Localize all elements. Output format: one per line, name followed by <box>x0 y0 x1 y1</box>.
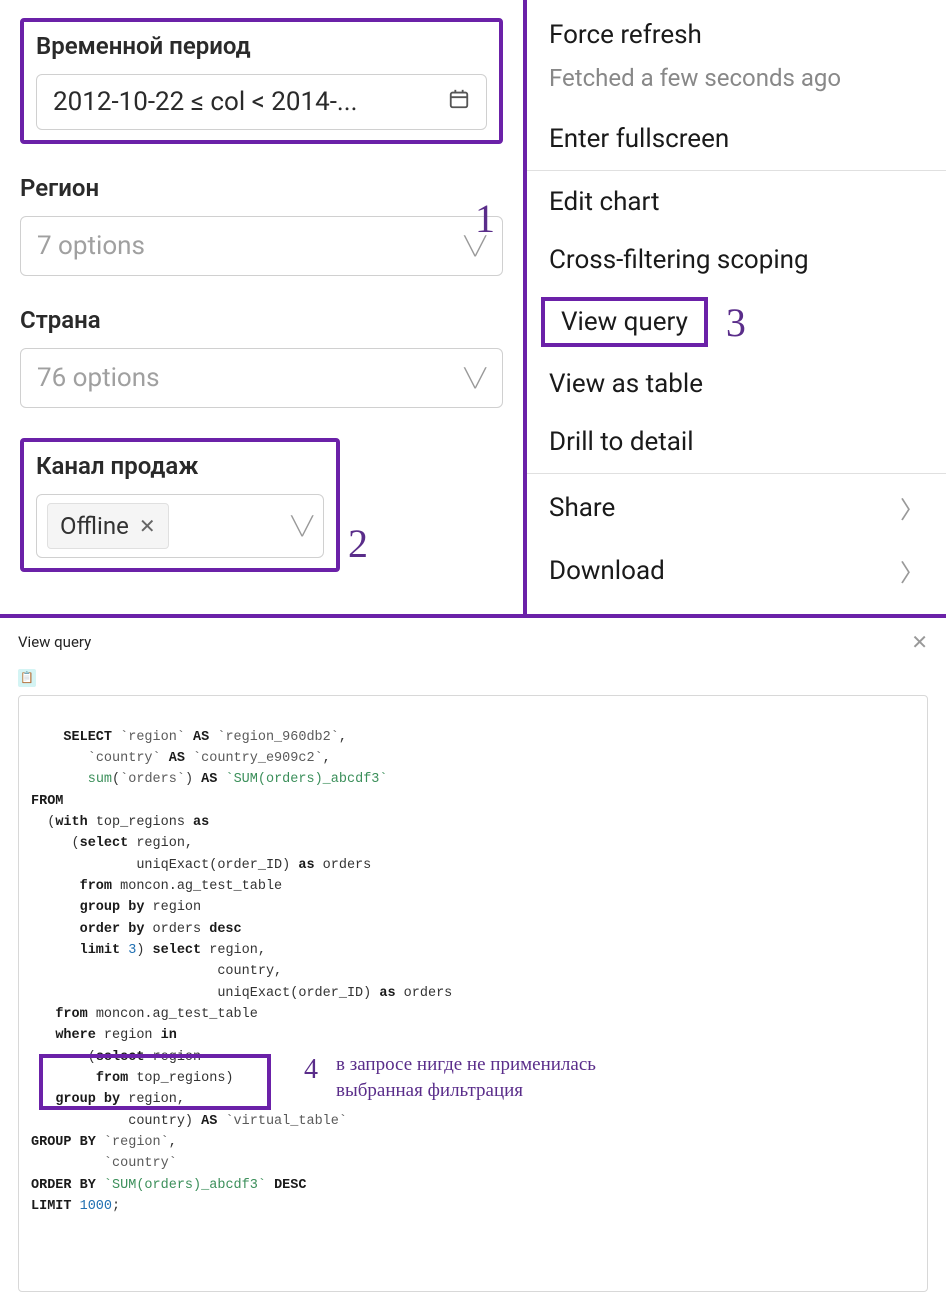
close-icon[interactable]: ✕ <box>139 514 156 538</box>
menu-download[interactable]: Download 〉 <box>527 539 946 602</box>
menu-view-table[interactable]: View as table <box>527 355 946 413</box>
menu-separator <box>527 473 946 474</box>
view-query-panel: View query ✕ 📋 SELECT `region` AS `regio… <box>0 618 946 1304</box>
highlight-box-channel: Канал продаж Offline ✕ ╲╱ <box>20 438 340 572</box>
sql-code-block: SELECT `region` AS `region_960db2`, `cou… <box>18 695 928 1293</box>
chevron-right-icon: 〉 <box>900 490 924 525</box>
annotation-1: 1 <box>475 195 495 242</box>
menu-separator <box>527 170 946 171</box>
menu-edit-chart[interactable]: Edit chart <box>527 173 946 231</box>
highlight-box-view-query: View query <box>541 297 708 347</box>
channel-filter-label: Канал продаж <box>36 452 324 480</box>
country-select[interactable]: 76 options ╲╱ <box>20 348 503 408</box>
chevron-down-icon: ╲╱ <box>291 516 313 537</box>
menu-fullscreen[interactable]: Enter fullscreen <box>527 110 946 168</box>
region-placeholder: 7 options <box>37 231 145 261</box>
menu-share[interactable]: Share 〉 <box>527 476 946 539</box>
chevron-right-icon: 〉 <box>900 553 924 588</box>
time-filter-label: Временной период <box>36 32 487 60</box>
annotation-4: 4 в запросе нигде не применилась выбранн… <box>304 1052 696 1105</box>
highlight-box-time: Временной период 2012-10-22 ≤ col < 2014… <box>20 18 503 144</box>
clipboard-icon[interactable]: 📋 <box>18 669 36 687</box>
time-range-value: 2012-10-22 ≤ col < 2014-... <box>53 87 357 117</box>
close-icon[interactable]: ✕ <box>911 630 928 654</box>
annotation-2: 2 <box>348 520 368 567</box>
menu-view-query[interactable]: View query <box>561 307 688 337</box>
chevron-down-icon: ╲╱ <box>464 368 486 389</box>
channel-tag-label: Offline <box>60 512 129 540</box>
annotation-3: 3 <box>726 299 746 346</box>
calendar-icon <box>448 87 470 117</box>
country-filter-label: Страна <box>20 306 503 334</box>
filters-panel: Временной период 2012-10-22 ≤ col < 2014… <box>0 0 527 614</box>
menu-cross-filter[interactable]: Cross-filtering scoping <box>527 231 946 289</box>
annotation-4-text: в запросе нигде не применилась выбранная… <box>336 1052 696 1105</box>
country-placeholder: 76 options <box>37 363 160 393</box>
query-panel-title: View query <box>18 633 91 651</box>
channel-tag[interactable]: Offline ✕ <box>47 503 169 549</box>
region-filter-label: Регион <box>20 174 503 202</box>
menu-fetched-text: Fetched a few seconds ago <box>527 64 946 110</box>
annotation-4-num: 4 <box>304 1056 318 1084</box>
region-select[interactable]: 7 options ╲╱ <box>20 216 503 276</box>
menu-drill[interactable]: Drill to detail <box>527 413 946 471</box>
menu-force-refresh[interactable]: Force refresh <box>527 6 946 64</box>
context-menu: Force refresh Fetched a few seconds ago … <box>527 0 946 614</box>
time-range-input[interactable]: 2012-10-22 ≤ col < 2014-... <box>36 74 487 130</box>
channel-select[interactable]: Offline ✕ ╲╱ <box>36 494 324 558</box>
